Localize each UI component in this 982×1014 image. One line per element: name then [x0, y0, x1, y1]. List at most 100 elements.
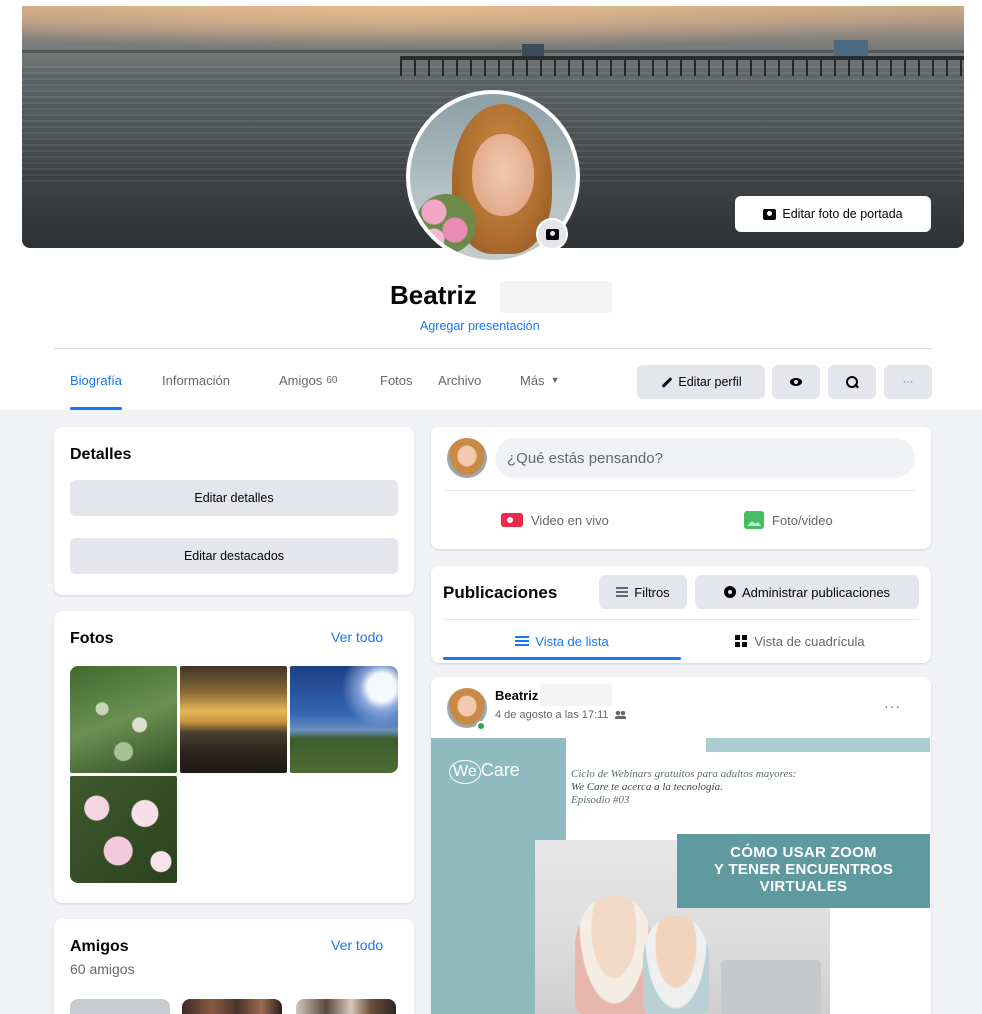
composer-input[interactable]: ¿Qué estás pensando?: [495, 438, 915, 478]
photos-card: Fotos Ver todo: [54, 611, 414, 903]
image-person: [575, 896, 653, 1014]
photo-thumbnail[interactable]: [180, 666, 287, 773]
search-icon: [846, 376, 858, 388]
details-title: Detalles: [70, 446, 132, 463]
friends-card: Amigos Ver todo 60 amigos: [54, 919, 414, 1014]
friends-title: Amigos: [70, 938, 129, 955]
avatar-face: [472, 134, 534, 216]
image-banner: CÓMO USAR ZOOM Y TENER ENCUENTROS VIRTUA…: [677, 834, 930, 908]
image-caption-line: Episodio #03: [571, 794, 630, 806]
live-video-label: Video en vivo: [531, 512, 609, 528]
edit-profile-button[interactable]: Editar perfil: [637, 365, 765, 399]
cover-pier-hut: [834, 40, 868, 56]
more-options-button[interactable]: ···: [884, 365, 932, 399]
grid-icon: [735, 634, 749, 648]
tab-archive[interactable]: Archivo: [438, 350, 481, 410]
photo-thumbnail[interactable]: [70, 776, 177, 883]
image-caption-line: Ciclo de Webinars gratuitos para adultos…: [571, 768, 797, 780]
friends-see-all-link[interactable]: Ver todo: [331, 937, 383, 953]
edit-cover-label: Editar foto de portada: [782, 207, 903, 221]
edit-cover-button[interactable]: Editar foto de portada: [735, 196, 931, 232]
image-banner-line: CÓMO USAR ZOOM: [730, 844, 877, 861]
friend-avatar[interactable]: [296, 999, 396, 1014]
cover-pier-hut: [522, 44, 544, 56]
post-image[interactable]: We Care Ciclo de Webinars gratuitos para …: [431, 738, 930, 1014]
camera-icon: [545, 228, 559, 240]
photo-icon: [744, 511, 764, 529]
avatar[interactable]: [447, 438, 487, 478]
tab-label: Más: [520, 372, 545, 388]
manage-posts-label: Administrar publicaciones: [741, 584, 891, 600]
view-as-button[interactable]: [772, 365, 820, 399]
post-options-button[interactable]: ···: [884, 698, 901, 714]
divider: [54, 348, 932, 349]
photos-see-all-link[interactable]: Ver todo: [331, 629, 383, 645]
gear-icon: [723, 586, 736, 598]
divider: [444, 490, 916, 491]
wecare-logo: We Care: [449, 760, 520, 784]
grid-view-label: Vista de cuadrícula: [754, 633, 865, 649]
wecare-logo-care: Care: [480, 760, 520, 780]
friend-avatar[interactable]: [182, 999, 282, 1014]
pencil-icon: [660, 376, 672, 388]
image-banner-line: VIRTUALES: [759, 878, 848, 895]
posts-title: Publicaciones: [443, 583, 558, 602]
divider: [443, 619, 919, 620]
tab-list-view[interactable]: Vista de lista: [443, 622, 681, 660]
filters-button[interactable]: Filtros: [599, 575, 687, 609]
photo-thumbnail[interactable]: [70, 666, 177, 773]
friends-audience-icon[interactable]: [614, 711, 626, 719]
photos-title: Fotos: [70, 630, 114, 647]
cover-horizon: [22, 50, 964, 53]
tab-count: 60: [326, 374, 338, 386]
caret-down-icon: ▼: [550, 375, 560, 385]
cover-pier-legs: [400, 60, 964, 76]
tab-photos[interactable]: Fotos: [380, 350, 413, 410]
avatar-flowers: [416, 194, 476, 254]
tab-label: Información: [162, 372, 230, 388]
photo-video-button[interactable]: Foto/video: [744, 502, 833, 538]
redacted-surname: [500, 281, 612, 313]
live-video-button[interactable]: Video en vivo: [501, 502, 609, 538]
friends-count: 60 amigos: [70, 961, 135, 977]
filter-icon: [616, 587, 629, 597]
edit-profile-label: Editar perfil: [678, 375, 742, 389]
profile-name: Beatriz: [390, 280, 477, 310]
image-caption: Ciclo de Webinars gratuitos para adultos…: [571, 768, 911, 807]
image-teal-strip: [706, 738, 930, 752]
cover-sky: [22, 6, 964, 51]
list-icon: [515, 636, 530, 646]
edit-featured-button[interactable]: Editar destacados: [70, 538, 398, 574]
live-video-icon: [501, 513, 523, 527]
tab-friends[interactable]: Amigos 60: [279, 350, 337, 410]
tab-grid-view[interactable]: Vista de cuadrícula: [681, 622, 919, 660]
filters-label: Filtros: [634, 584, 670, 600]
search-profile-button[interactable]: [828, 365, 876, 399]
tab-more[interactable]: Más ▼: [520, 350, 559, 410]
post-author-name[interactable]: Beatriz: [495, 688, 538, 703]
manage-posts-button[interactable]: Administrar publicaciones: [695, 575, 919, 609]
tab-about[interactable]: Información: [162, 350, 230, 410]
tab-label: Biografía: [70, 372, 123, 388]
more-dots-icon: ···: [902, 376, 914, 388]
tab-label: Amigos: [279, 372, 323, 388]
redacted-surname: [540, 684, 612, 706]
photo-thumbnail[interactable]: [290, 666, 398, 773]
list-view-label: Vista de lista: [535, 633, 609, 649]
tab-label: Fotos: [380, 372, 413, 388]
wecare-logo-we: We: [449, 760, 481, 784]
post-timestamp[interactable]: 4 de agosto a las 17:11: [495, 709, 609, 721]
friend-avatar[interactable]: [70, 999, 170, 1014]
details-card: Detalles Editar detalles Editar destacad…: [54, 427, 414, 595]
edit-details-button[interactable]: Editar detalles: [70, 480, 398, 516]
tab-label: Archivo: [438, 372, 482, 388]
photo-video-label: Foto/video: [772, 512, 833, 528]
eye-icon: [790, 378, 802, 386]
add-intro-link[interactable]: Agregar presentación: [420, 319, 540, 333]
camera-icon: [763, 208, 777, 220]
image-person: [643, 916, 709, 1014]
update-profile-picture-button[interactable]: [536, 218, 568, 250]
tab-biography[interactable]: Biografía: [70, 350, 123, 410]
image-laptop: [721, 960, 821, 1014]
online-status-dot: [476, 721, 486, 731]
